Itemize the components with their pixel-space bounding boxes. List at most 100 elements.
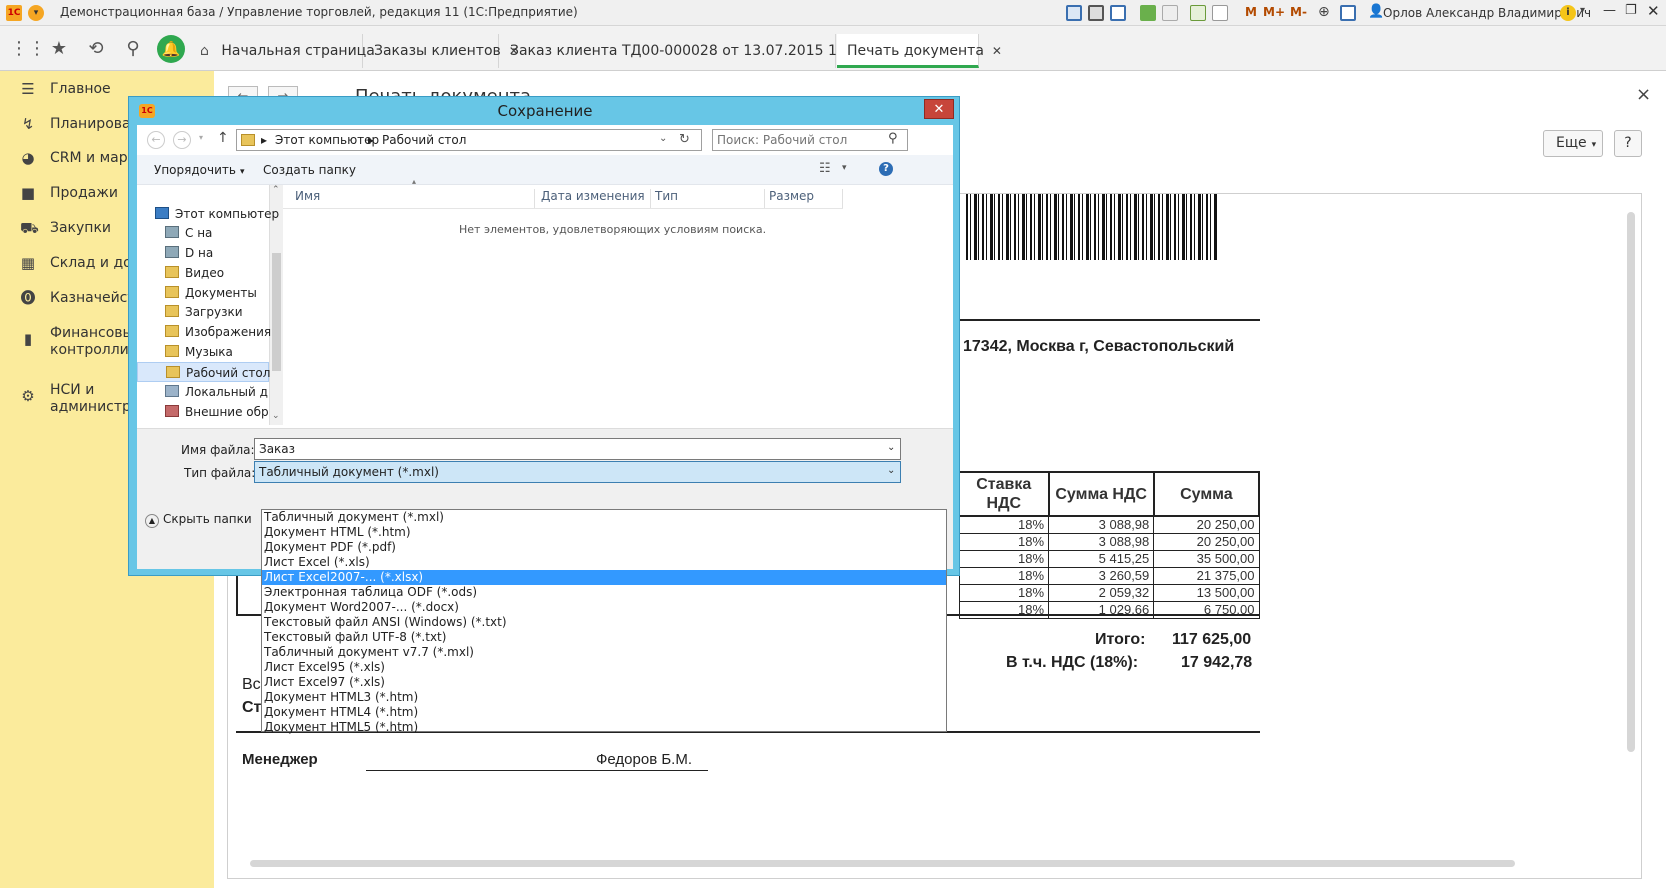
- column-size[interactable]: Размер: [769, 189, 843, 209]
- text-fragment: Ст: [242, 699, 262, 716]
- column-type[interactable]: Тип: [655, 189, 765, 209]
- horizontal-scrollbar[interactable]: [250, 860, 1515, 867]
- filetype-select[interactable]: Табличный документ (*.mxl) ⌄: [254, 461, 901, 483]
- dialog-close-button[interactable]: ✕: [924, 99, 954, 119]
- tree-item-computer[interactable]: Этот компьютер: [155, 204, 279, 224]
- zoom-icon[interactable]: ⊕: [1318, 4, 1330, 20]
- filetype-option[interactable]: Лист Excel95 (*.xls): [262, 660, 946, 675]
- filetype-option[interactable]: Документ HTML3 (*.htm): [262, 690, 946, 705]
- hide-folders-button[interactable]: ▲ Скрыть папки: [145, 512, 252, 528]
- tree-item-local-disk[interactable]: Локальный диск: [165, 382, 269, 402]
- help-button[interactable]: ?: [1614, 130, 1642, 157]
- cell: 3 088,98: [1048, 532, 1155, 551]
- panels-icon[interactable]: [1340, 5, 1356, 21]
- scroll-up-icon[interactable]: ⌃: [272, 185, 280, 195]
- tree-item-images[interactable]: Изображения: [165, 322, 271, 342]
- history-dropdown-icon[interactable]: ▾: [199, 133, 203, 142]
- tree-item-music[interactable]: Музыка: [165, 342, 233, 362]
- calculator-icon[interactable]: [1190, 5, 1206, 21]
- filetype-option[interactable]: Табличный документ v7.7 (*.mxl): [262, 645, 946, 660]
- page-close-icon[interactable]: ×: [1636, 84, 1651, 105]
- memory-plus-button[interactable]: M+: [1263, 5, 1285, 19]
- chevron-down-icon[interactable]: ⌄: [887, 465, 895, 476]
- refresh-icon[interactable]: ↻: [679, 132, 690, 147]
- breadcrumb-computer[interactable]: Этот компьютер: [275, 133, 379, 147]
- filetype-option[interactable]: Документ PDF (*.pdf): [262, 540, 946, 555]
- filetype-option[interactable]: Документ HTML (*.htm): [262, 525, 946, 540]
- filetype-option[interactable]: Документ HTML4 (*.htm): [262, 705, 946, 720]
- vat-label: В т.ч. НДС (18%):: [1006, 654, 1139, 671]
- filetype-option[interactable]: Табличный документ (*.mxl): [262, 510, 946, 525]
- cell: 20 250,00: [1153, 515, 1260, 534]
- upload-icon[interactable]: [1140, 5, 1156, 21]
- print-icon[interactable]: [1088, 5, 1104, 21]
- col-sum: Сумма: [1152, 471, 1261, 517]
- tab-print-document[interactable]: Печать документа ✕: [837, 34, 1002, 68]
- app-menu-icon[interactable]: ▾: [28, 5, 44, 21]
- help-icon[interactable]: ?: [879, 162, 893, 176]
- preview-icon[interactable]: [1110, 5, 1126, 21]
- notification-bell-icon[interactable]: 🔔: [157, 35, 185, 63]
- breadcrumb-desktop[interactable]: Рабочий стол: [382, 133, 466, 147]
- tree-item-documents[interactable]: Документы: [165, 283, 257, 303]
- tree-item-drive-d[interactable]: D на: [165, 243, 213, 263]
- chevron-down-icon[interactable]: ⌄: [887, 442, 895, 453]
- scroll-thumb[interactable]: [272, 253, 281, 371]
- signature-line: [366, 770, 708, 771]
- star-icon[interactable]: ★: [47, 37, 71, 61]
- column-name[interactable]: Имя: [295, 189, 535, 209]
- chevron-down-icon[interactable]: ▾: [842, 163, 847, 173]
- back-arrow-icon[interactable]: ←: [147, 131, 165, 149]
- cell: 18%: [958, 600, 1050, 619]
- tab-order-detail[interactable]: Заказ клиента ТД00-000028 от 13.07.2015 …: [500, 34, 909, 68]
- tree-item-downloads[interactable]: Загрузки: [165, 302, 243, 322]
- up-arrow-icon[interactable]: ↑: [217, 130, 229, 146]
- search-box[interactable]: ⚲: [712, 129, 908, 151]
- close-icon[interactable]: ✕: [1647, 2, 1660, 20]
- view-options-icon[interactable]: ☷: [819, 161, 831, 176]
- address-bar[interactable]: ▸ Этот компьютер ▸ Рабочий стол ⌄ ↻: [236, 129, 702, 151]
- filetype-option[interactable]: Документ Word2007-... (*.docx): [262, 600, 946, 615]
- filetype-option[interactable]: Электронная таблица ODF (*.ods): [262, 585, 946, 600]
- filetype-option[interactable]: Документ HTML5 (*.htm): [262, 720, 946, 735]
- filetype-option[interactable]: Лист Excel (*.xls): [262, 555, 946, 570]
- tab-home[interactable]: ⌂ Начальная страница: [190, 34, 375, 68]
- search-input[interactable]: [717, 132, 877, 148]
- vertical-scrollbar[interactable]: [1627, 212, 1635, 752]
- memory-minus-button[interactable]: M-: [1290, 5, 1307, 19]
- apps-grid-icon[interactable]: ⋮⋮: [10, 37, 46, 61]
- filetype-option-selected[interactable]: Лист Excel2007-... (*.xlsx): [262, 570, 946, 585]
- filetype-option[interactable]: Текстовый файл UTF-8 (*.txt): [262, 630, 946, 645]
- minimize-icon[interactable]: —: [1603, 3, 1616, 18]
- tree-item-desktop[interactable]: Рабочий стол: [137, 362, 270, 382]
- tab-close-icon[interactable]: ✕: [992, 44, 1002, 58]
- restore-icon[interactable]: ❐: [1625, 3, 1637, 18]
- network-drive-icon: [165, 405, 179, 417]
- filetype-option[interactable]: Лист Excel97 (*.xls): [262, 675, 946, 690]
- new-folder-button[interactable]: Создать папку: [263, 163, 356, 177]
- info-icon[interactable]: i: [1560, 5, 1576, 21]
- search-icon[interactable]: ⚲: [888, 131, 898, 146]
- tab-label: Начальная страница: [221, 43, 375, 59]
- chevron-down-icon[interactable]: ▾: [1580, 5, 1585, 16]
- column-date[interactable]: Дата изменения: [541, 189, 651, 209]
- history-icon[interactable]: ⟲: [84, 37, 108, 61]
- more-button[interactable]: Еще ▾: [1543, 130, 1603, 157]
- cell: 6 750,00: [1153, 600, 1260, 619]
- calendar-icon[interactable]: [1212, 5, 1228, 21]
- chevron-down-icon[interactable]: ⌄: [659, 133, 667, 144]
- memory-m-button[interactable]: M: [1245, 5, 1257, 19]
- save-icon[interactable]: [1066, 5, 1082, 21]
- filename-field[interactable]: Заказ ⌄: [254, 438, 901, 460]
- organize-button[interactable]: Упорядочить ▾: [154, 163, 244, 177]
- planning-icon: ↯: [21, 115, 35, 133]
- copy-icon[interactable]: [1162, 5, 1178, 21]
- tree-item-drive-c[interactable]: C на: [165, 223, 212, 243]
- filetype-option[interactable]: Текстовый файл ANSI (Windows) (*.txt): [262, 615, 946, 630]
- tree-item-video[interactable]: Видео: [165, 263, 224, 283]
- scroll-down-icon[interactable]: ⌄: [272, 411, 280, 421]
- tree-item-external[interactable]: Внешние обраб: [165, 402, 269, 422]
- forward-arrow-icon[interactable]: →: [173, 131, 191, 149]
- search-icon[interactable]: ⚲: [121, 37, 145, 61]
- tab-orders[interactable]: Заказы клиентов ✕: [364, 34, 519, 68]
